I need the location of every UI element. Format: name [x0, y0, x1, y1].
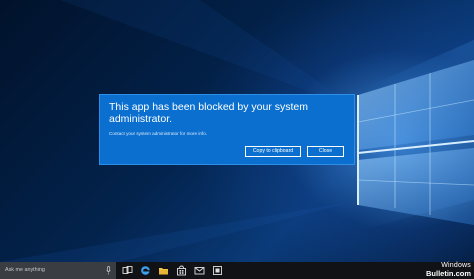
- edge-icon[interactable]: [140, 265, 151, 276]
- blocked-app-dialog: This app has been blocked by your system…: [99, 94, 355, 165]
- close-button[interactable]: Close: [307, 146, 344, 157]
- task-view-icon[interactable]: [122, 265, 133, 276]
- search-box[interactable]: Ask me anything: [0, 262, 116, 279]
- desktop: This app has been blocked by your system…: [0, 0, 474, 262]
- taskbar: Ask me anything: [0, 262, 474, 279]
- store-icon[interactable]: [176, 265, 187, 276]
- dialog-title: This app has been blocked by your system…: [109, 101, 309, 125]
- dialog-message: Contact your system administrator for mo…: [109, 131, 208, 136]
- watermark-logo: Windows Bulletin.com: [426, 262, 471, 278]
- search-placeholder: Ask me anything: [5, 267, 45, 273]
- file-explorer-icon[interactable]: [158, 265, 169, 276]
- watermark-line2: Bulletin.com: [425, 269, 471, 278]
- microphone-icon[interactable]: [106, 266, 111, 275]
- mail-icon[interactable]: [194, 265, 205, 276]
- app-icon[interactable]: [212, 265, 223, 276]
- copy-to-clipboard-button[interactable]: Copy to clipboard: [245, 146, 301, 157]
